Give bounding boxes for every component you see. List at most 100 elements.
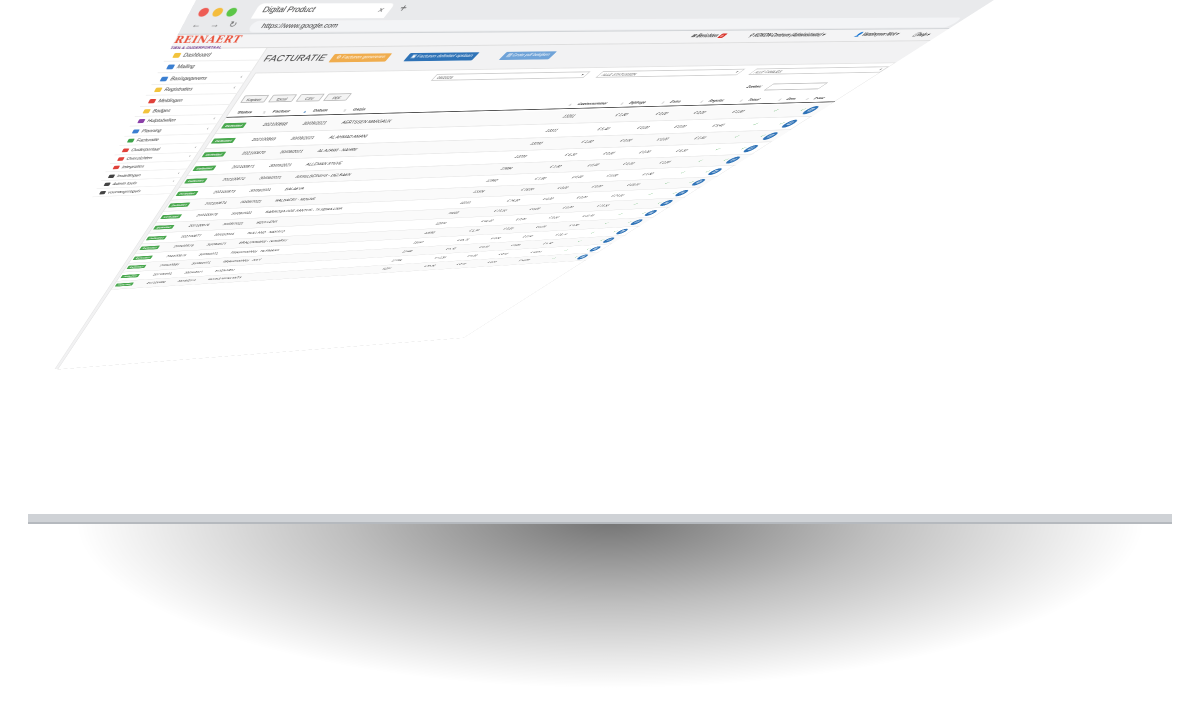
column-header-totaal[interactable]: Totaal [745, 98, 761, 102]
sort-icon[interactable]: ▲ [302, 109, 309, 113]
help-dropdown[interactable]: ⓘhelp ▾ [909, 32, 934, 38]
column-header-efac[interactable]: E-Fac [811, 97, 826, 101]
cell-nr: 11202 [380, 267, 392, 270]
cell-bijdrage: € 6,30 [563, 153, 579, 157]
family-select[interactable]: ALLE FAMILIES ▾ [748, 66, 889, 75]
cell-bijdrage: € 1,36 [467, 229, 480, 232]
csv-button[interactable]: CSV [296, 94, 325, 102]
cell-gezin: BUIJKS-WOLLANTS [207, 276, 243, 281]
cell-totaal: € 1,80 [692, 136, 708, 140]
sidebar-item-registraties[interactable]: Registraties ‹ [146, 84, 244, 95]
logo-name: REINAERT [172, 35, 244, 46]
cell-totaal: € 5,40 [541, 242, 554, 245]
reload-icon[interactable]: ↻ [226, 20, 239, 30]
domiciliation-check-icon: ✓ [750, 122, 761, 127]
chevron-left-icon[interactable]: ‹ [187, 154, 191, 158]
cell-regular: € 0,00 [534, 226, 547, 229]
sidebar-item-label: Basisgegevens [169, 76, 208, 82]
perspective-container: Digital Product × + ← → ↻ https://www.go… [0, 0, 1200, 713]
column-header-dom[interactable]: Dom. [784, 97, 799, 101]
cell-nr: 13161 [458, 201, 472, 205]
column-header-regular[interactable]: Regular. [706, 99, 726, 103]
messages-link[interactable]: ✉ Berichten0 [688, 33, 728, 39]
status-badge: Definitief [139, 246, 160, 251]
forward-arrow-icon[interactable]: → [208, 20, 223, 30]
sidebar-item-basisgegevens[interactable]: Basisgegevens ‹ [151, 73, 250, 85]
cell-datum: 30/09/2021 [213, 232, 235, 236]
browser-tab[interactable]: Digital Product × [251, 3, 396, 18]
search-input[interactable] [764, 82, 829, 90]
column-header-bijdrage[interactable]: Bijdrage [627, 101, 648, 105]
domiciliation-check-icon: ✓ [631, 202, 640, 206]
cell-bijdrage: € 15,30 [492, 209, 508, 213]
domiciliation-check-icon: ✓ [662, 181, 671, 185]
chevron-left-icon[interactable]: ‹ [205, 127, 210, 132]
chevron-left-icon[interactable]: ‹ [211, 117, 216, 122]
chevron-left-icon[interactable]: ‹ [176, 171, 180, 175]
tab-title: Digital Product [260, 7, 317, 15]
column-header-gezinsnummer[interactable]: Gezinsnummer [575, 102, 609, 106]
cell-extra: € 0,00 [527, 208, 541, 212]
sort-icon[interactable]: ⇅ [618, 102, 625, 106]
status-value: ALLE STATUSSEN [600, 72, 639, 77]
generate-invoices-button[interactable]: ⚙ Facturen genereren [328, 53, 392, 62]
user-dropdown[interactable]: 👤 Vandevyver Nick ▾ [852, 32, 902, 38]
sort-icon[interactable]: ⇅ [261, 110, 267, 114]
save-invoices-button[interactable]: ▣ Facturen definitief opslaan [403, 52, 480, 61]
cell-extra: € 0,00 [514, 218, 528, 222]
cell-datum: 30/09/2021 [278, 150, 304, 155]
registraties-icon [154, 88, 163, 93]
column-header-datum[interactable]: Datum [311, 109, 328, 113]
cell-gezin: BEULLENS [255, 220, 278, 224]
sort-icon[interactable]: ⇅ [342, 108, 348, 112]
column-header-gezin[interactable]: Gezin [351, 108, 367, 112]
cell-factuur: 202100874 [204, 201, 228, 205]
cell-gezin: BALAEVA [283, 187, 305, 191]
voorrangsregels-icon [99, 191, 106, 194]
sidebar-item-mailing[interactable]: Mailing [157, 62, 258, 74]
view-pdf-button[interactable]: ▤ Grote pdf bekijken [499, 51, 557, 60]
chevron-left-icon[interactable]: ‹ [239, 74, 244, 79]
chevron-left-icon[interactable]: ‹ [171, 180, 175, 184]
sidebar-item-label: Admin tools [111, 182, 137, 187]
domiciliation-check-icon: ✓ [550, 257, 557, 260]
hulptabellen-icon [137, 119, 145, 123]
cell-nr: 12794 [390, 259, 403, 262]
sidebar-item-label: voorrangsregels [107, 189, 142, 194]
cell-extra: € 0,00 [585, 164, 600, 168]
cell-nr: 13306 [471, 190, 486, 194]
domiciliation-check-icon: ✓ [602, 222, 610, 226]
minimize-dot-icon[interactable] [211, 8, 225, 17]
cell-nr: 13200 [528, 142, 544, 146]
cell-totaal: € 15,30 [595, 204, 611, 208]
column-header-extra[interactable]: Extra [667, 100, 682, 104]
chevron-left-icon[interactable]: ‹ [231, 85, 236, 90]
sort-icon[interactable]: ⇅ [566, 103, 573, 107]
pdf-export-button[interactable]: PDF [323, 93, 352, 101]
column-header-status[interactable]: Status [236, 111, 253, 115]
sidebar-item-label: Ouderportaal [130, 147, 161, 152]
cell-regular: € 0,00 [654, 138, 670, 142]
sidebar-item-dashboard[interactable]: Dashboard [163, 50, 266, 62]
status-select[interactable]: ALLE STATUSSEN ▾ [595, 69, 745, 78]
back-arrow-icon[interactable]: ← [190, 20, 204, 30]
chevron-left-icon[interactable]: ‹ [193, 145, 197, 149]
new-tab-icon[interactable]: + [395, 3, 411, 15]
cell-factuur: 202100869 [250, 137, 277, 142]
cell-datum: 30/09/2021 [230, 211, 253, 215]
meldingen-icon [148, 99, 157, 103]
close-dot-icon[interactable] [197, 8, 211, 17]
excel-button[interactable]: Excel [268, 94, 297, 102]
period-select[interactable]: 09/2025 ▾ [431, 71, 591, 80]
center-dropdown[interactable]: ⚲ KOKON-Centrum (Administrator) ▾ [746, 33, 828, 39]
maximize-dot-icon[interactable] [225, 8, 239, 17]
tab-close-icon[interactable]: × [375, 5, 388, 15]
cell-regular: € 0,00 [605, 174, 620, 178]
cell-nr: 12884 [498, 167, 513, 171]
column-header-factuur[interactable]: Factuur [271, 110, 291, 114]
cell-datum: 30/09/2021 [239, 200, 263, 204]
generate-invoices-label: Facturen genereren [340, 55, 387, 60]
browser-window: Digital Product × + ← → ↻ https://www.go… [0, 0, 994, 373]
copy-button[interactable]: Kopieer [240, 95, 269, 103]
cell-bijdrage: € 24,30 [505, 199, 521, 203]
